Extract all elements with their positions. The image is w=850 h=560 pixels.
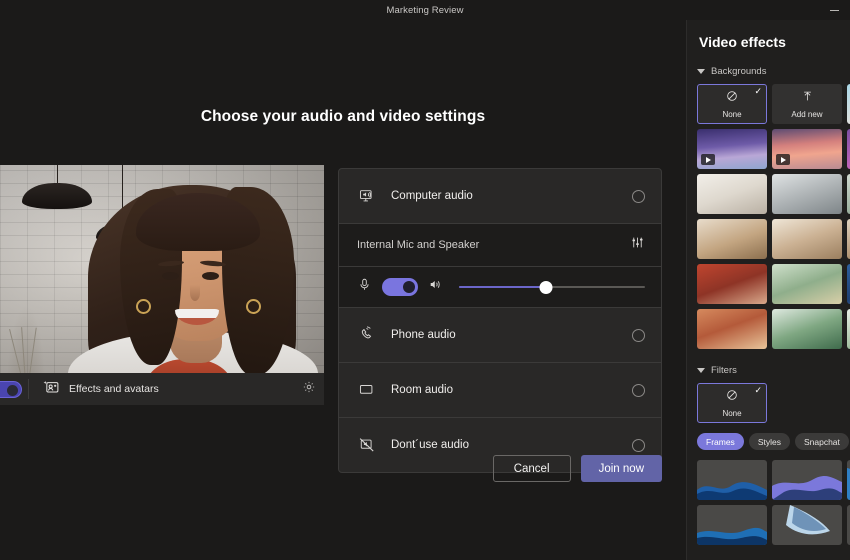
camera-toggle-wrap[interactable] <box>0 373 28 405</box>
background-add-new-tile[interactable]: Add new <box>772 84 842 124</box>
frame-thumbnail[interactable] <box>772 460 842 500</box>
filter-none-label: None <box>722 409 742 418</box>
background-thumbnail[interactable] <box>772 219 842 259</box>
background-thumbnail[interactable] <box>697 174 767 214</box>
audio-option-computer-audio[interactable]: Computer audio <box>339 169 661 223</box>
slider-thumb[interactable] <box>539 280 553 294</box>
audio-option-radio[interactable] <box>632 383 645 397</box>
microphone-toggle[interactable] <box>382 278 418 296</box>
microphone-icon <box>357 277 372 297</box>
participant-video-self <box>68 173 324 405</box>
background-none-label: None <box>722 110 742 119</box>
video-preview[interactable]: Effects and avatars <box>0 165 324 405</box>
earring-left <box>136 299 151 314</box>
filters-grid: ✓ None <box>687 383 850 423</box>
speaker-icon <box>428 277 443 297</box>
frame-thumbnail[interactable] <box>697 460 767 500</box>
background-thumbnail-video[interactable] <box>697 129 767 169</box>
preview-scene <box>0 165 324 405</box>
panel-title: Video effects <box>699 34 786 50</box>
background-thumbnail[interactable] <box>697 264 767 304</box>
background-thumbnail[interactable] <box>772 174 842 214</box>
tab-styles[interactable]: Styles <box>748 433 790 450</box>
preview-toolbar: Effects and avatars <box>0 373 324 405</box>
play-badge-icon <box>701 154 715 165</box>
audio-option-label: Room audio <box>391 384 454 396</box>
frame-thumbnail[interactable] <box>772 505 842 545</box>
tab-snapchat[interactable]: Snapchat <box>794 433 849 450</box>
person-sparkle-icon <box>43 378 60 400</box>
device-controls <box>339 267 661 307</box>
window-title: Marketing Review <box>386 4 464 16</box>
play-badge-icon <box>776 154 790 165</box>
background-thumbnail[interactable] <box>772 309 842 349</box>
filter-none-tile[interactable]: ✓ None <box>697 383 767 423</box>
selected-check-icon: ✓ <box>754 86 762 96</box>
monitor-icon <box>357 381 377 399</box>
page-title: Choose your audio and video settings <box>200 108 486 125</box>
filter-tabs: Frames Styles Snapchat <box>687 423 850 450</box>
volume-slider[interactable] <box>459 280 645 294</box>
backgrounds-grid: ✓ None Add new <box>687 84 850 349</box>
window-controls <box>822 0 846 20</box>
tab-frames[interactable]: Frames <box>697 433 744 450</box>
audio-option-room-audio[interactable]: Room audio <box>339 363 661 417</box>
backgrounds-label: Backgrounds <box>711 66 767 77</box>
background-thumbnail[interactable] <box>697 309 767 349</box>
upload-arrow-icon <box>801 90 814 108</box>
preview-settings-button[interactable] <box>294 373 324 405</box>
backgrounds-section-header[interactable]: Backgrounds <box>687 50 850 84</box>
background-add-new-label: Add new <box>791 109 823 119</box>
main-stage: Choose your audio and video settings Eff… <box>0 20 686 560</box>
cancel-button[interactable]: Cancel <box>492 455 571 482</box>
device-name: Internal Mic and Speaker <box>357 239 480 251</box>
monitor-speaker-icon <box>357 187 377 205</box>
frames-grid <box>687 450 850 545</box>
filters-label: Filters <box>711 365 737 376</box>
audio-option-radio[interactable] <box>632 438 645 452</box>
device-settings-block: Internal Mic and Speaker <box>339 223 661 308</box>
chevron-down-icon <box>697 69 705 74</box>
audio-option-radio[interactable] <box>632 189 645 203</box>
minimize-button[interactable] <box>822 0 846 20</box>
effects-and-avatars-label: Effects and avatars <box>69 383 159 395</box>
eye-right <box>202 272 219 280</box>
filters-section-header[interactable]: Filters <box>687 349 850 383</box>
speaker-off-icon <box>357 436 377 454</box>
audio-option-label: Computer audio <box>391 190 473 202</box>
device-header: Internal Mic and Speaker <box>339 224 661 266</box>
selected-check-icon: ✓ <box>754 385 762 395</box>
background-thumbnail[interactable] <box>697 219 767 259</box>
action-buttons: Cancel Join now <box>338 455 662 482</box>
audio-option-radio[interactable] <box>632 328 645 342</box>
phone-ring-icon <box>357 326 377 344</box>
equalizer-icon[interactable] <box>630 235 645 255</box>
camera-toggle[interactable] <box>0 380 22 398</box>
audio-option-label: Dont´use audio <box>391 439 469 451</box>
minimize-icon <box>829 9 839 11</box>
no-effect-icon <box>725 388 739 407</box>
effects-and-avatars-button[interactable]: Effects and avatars <box>29 378 294 400</box>
background-thumbnail[interactable] <box>772 264 842 304</box>
gear-icon <box>302 380 316 399</box>
audio-settings-card: Computer audio Internal Mic and Speaker <box>338 168 662 473</box>
background-none-tile[interactable]: ✓ None <box>697 84 767 124</box>
chevron-down-icon <box>697 368 705 373</box>
slider-fill <box>459 286 547 288</box>
no-effect-icon <box>725 89 739 108</box>
title-bar: Marketing Review <box>0 0 850 20</box>
earring-right <box>246 299 261 314</box>
join-now-button[interactable]: Join now <box>580 455 662 482</box>
eye-left <box>162 272 179 280</box>
frame-thumbnail[interactable] <box>697 505 767 545</box>
audio-option-phone-audio[interactable]: Phone audio <box>339 308 661 362</box>
audio-option-label: Phone audio <box>391 329 456 341</box>
video-effects-panel: Video effects Backgrounds ✓ None Add new… <box>686 20 850 560</box>
nose <box>190 285 200 301</box>
teams-prejoin-window: Marketing Review Choose your audio and v… <box>0 0 850 560</box>
background-thumbnail-video[interactable] <box>772 129 842 169</box>
